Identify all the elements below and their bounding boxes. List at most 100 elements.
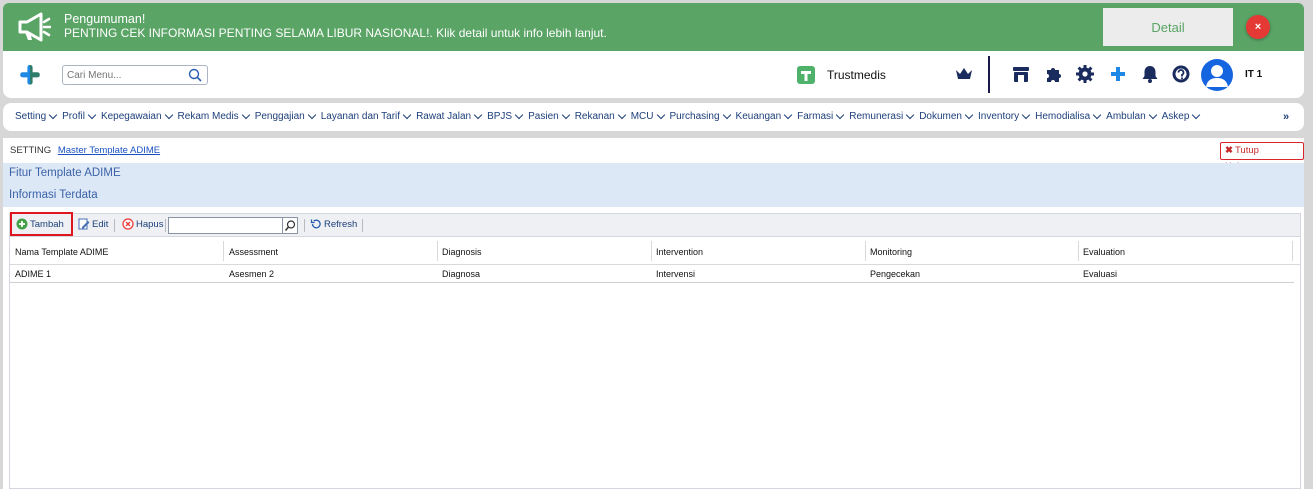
brand-name: Trustmedis bbox=[827, 68, 886, 82]
brand: Trustmedis bbox=[797, 65, 886, 85]
plus-logo-icon[interactable] bbox=[1108, 64, 1128, 84]
column-divider[interactable] bbox=[1292, 241, 1293, 261]
menu-item-rekanan[interactable]: Rekanan bbox=[574, 110, 626, 122]
search-icon[interactable] bbox=[188, 68, 202, 82]
toolbar-divider bbox=[304, 219, 305, 232]
column-divider[interactable] bbox=[1078, 241, 1079, 261]
menu-item-rawat-jalan[interactable]: Rawat Jalan bbox=[416, 110, 483, 122]
menu-item-keuangan[interactable]: Keuangan bbox=[736, 110, 793, 122]
menu-item-kepegawaian[interactable]: Kepegawaian bbox=[101, 110, 173, 122]
menu-item-label: Inventory bbox=[978, 111, 1020, 122]
menu-search-input[interactable] bbox=[67, 68, 185, 82]
menu-item-askep[interactable]: Askep bbox=[1161, 110, 1201, 122]
chevron-down-icon bbox=[964, 110, 974, 120]
column-header[interactable]: Assessment bbox=[229, 247, 278, 257]
grid-header: Nama Template ADIME Assessment Diagnosis… bbox=[10, 237, 1300, 265]
bell-icon[interactable] bbox=[1140, 64, 1160, 84]
menu-item-ambulan[interactable]: Ambulan bbox=[1106, 110, 1157, 122]
detail-button[interactable]: Detail bbox=[1103, 8, 1233, 46]
puzzle-icon[interactable] bbox=[1044, 64, 1064, 84]
username[interactable]: IT 1 bbox=[1245, 69, 1262, 80]
menu-item-remunerasi[interactable]: Remunerasi bbox=[849, 110, 915, 122]
delete-button[interactable]: Hapus bbox=[122, 218, 163, 230]
column-header[interactable]: Evaluation bbox=[1083, 247, 1125, 257]
grid-search-input[interactable] bbox=[168, 217, 298, 234]
delete-label: Hapus bbox=[136, 218, 164, 230]
menu-item-setting[interactable]: Setting bbox=[15, 110, 58, 122]
content-area: SETTING Master Template ADIME ✖Tutup Hal… bbox=[3, 138, 1304, 489]
table-row[interactable]: ADIME 1 Asesmen 2 Diagnosa Intervensi Pe… bbox=[10, 265, 1294, 283]
breadcrumb-root[interactable]: SETTING bbox=[10, 145, 51, 156]
menu-item-hemodialisa[interactable]: Hemodialisa bbox=[1035, 110, 1102, 122]
info-title: Informasi Terdata bbox=[9, 189, 98, 201]
menu-item-label: Penggajian bbox=[254, 111, 305, 122]
menu-item-inventory[interactable]: Inventory bbox=[978, 110, 1031, 122]
column-divider[interactable] bbox=[651, 241, 652, 261]
refresh-button[interactable]: Refresh bbox=[310, 218, 357, 230]
announcement-message: PENTING CEK INFORMASI PENTING SELAMA LIB… bbox=[64, 26, 607, 40]
header-divider bbox=[988, 56, 990, 93]
menu-item-rekam-medis[interactable]: Rekam Medis bbox=[177, 110, 250, 122]
more-menu-button[interactable]: » bbox=[1283, 111, 1289, 123]
menu-item-farmasi[interactable]: Farmasi bbox=[797, 110, 845, 122]
search-icon bbox=[284, 220, 296, 231]
menu-item-label: Rekam Medis bbox=[177, 111, 239, 122]
menu-item-label: Pasien bbox=[528, 111, 559, 122]
top-header: Trustmedis IT 1 bbox=[3, 51, 1304, 98]
gear-icon[interactable] bbox=[1075, 64, 1095, 84]
main-menu-bar: Setting Profil Kepegawaian Rekam Medis Pengg… bbox=[3, 103, 1304, 131]
close-page-button[interactable]: ✖Tutup Halaman bbox=[1220, 142, 1304, 172]
column-header[interactable]: Diagnosis bbox=[442, 247, 482, 257]
grid-search-button[interactable] bbox=[282, 218, 297, 233]
announcement-text: Pengumuman! PENTING CEK INFORMASI PENTIN… bbox=[64, 12, 607, 40]
edit-button[interactable]: Edit bbox=[78, 218, 108, 230]
menu-item-layanan-dan-tarif[interactable]: Layanan dan Tarif bbox=[320, 110, 412, 122]
menu-item-bpjs[interactable]: BPJS bbox=[487, 110, 524, 122]
chevron-down-icon bbox=[617, 110, 626, 120]
menu-search[interactable] bbox=[62, 65, 208, 85]
table-cell: Diagnosa bbox=[442, 269, 481, 279]
menu-item-label: Rekanan bbox=[574, 111, 615, 122]
column-divider[interactable] bbox=[865, 241, 866, 261]
menu-item-label: Profil bbox=[62, 111, 85, 122]
logo-icon[interactable] bbox=[18, 64, 42, 86]
chevron-down-icon bbox=[722, 110, 731, 120]
grid-toolbar: Tambah Edit Hapus Refresh bbox=[9, 212, 1301, 236]
add-button[interactable]: Tambah bbox=[16, 218, 64, 230]
breadcrumb-current[interactable]: Master Template ADIME bbox=[58, 145, 160, 156]
column-divider[interactable] bbox=[223, 241, 224, 261]
menu-item-dokumen[interactable]: Dokumen bbox=[919, 110, 974, 122]
menu-item-pasien[interactable]: Pasien bbox=[528, 110, 570, 122]
toolbar-divider bbox=[114, 219, 115, 232]
menu-item-label: Dokumen bbox=[919, 111, 962, 122]
menu-item-label: Layanan dan Tarif bbox=[320, 111, 401, 122]
menu-item-profil[interactable]: Profil bbox=[62, 110, 97, 122]
menu-item-label: Rawat Jalan bbox=[416, 111, 472, 122]
support-icon[interactable] bbox=[1171, 64, 1191, 84]
column-header[interactable]: Intervention bbox=[656, 247, 703, 257]
column-header[interactable]: Nama Template ADIME bbox=[15, 247, 108, 257]
chevron-down-icon bbox=[1092, 110, 1102, 120]
avatar[interactable] bbox=[1201, 59, 1233, 91]
menu-item-label: Askep bbox=[1161, 111, 1190, 122]
chevron-down-icon bbox=[1021, 110, 1031, 120]
column-divider[interactable] bbox=[437, 241, 438, 261]
shop-icon[interactable] bbox=[1011, 64, 1031, 84]
menu-item-purchasing[interactable]: Purchasing bbox=[670, 110, 731, 122]
menu-item-label: Setting bbox=[15, 111, 47, 122]
crown-icon[interactable] bbox=[955, 67, 973, 81]
chevron-down-icon bbox=[402, 110, 412, 120]
menu-item-mcu[interactable]: MCU bbox=[630, 110, 665, 122]
edit-icon bbox=[78, 218, 90, 230]
chevron-down-icon bbox=[514, 110, 524, 120]
close-announcement-button[interactable]: × bbox=[1246, 15, 1270, 39]
announcement-bar: Pengumuman! PENTING CEK INFORMASI PENTIN… bbox=[3, 3, 1304, 51]
table-cell: Evaluasi bbox=[1083, 269, 1118, 279]
user-icon bbox=[1206, 65, 1228, 87]
menu-item-label: MCU bbox=[630, 111, 654, 122]
chevron-down-icon bbox=[48, 110, 58, 120]
chevron-down-icon bbox=[905, 110, 915, 120]
edit-label: Edit bbox=[92, 218, 109, 230]
menu-item-penggajian[interactable]: Penggajian bbox=[254, 110, 316, 122]
column-header[interactable]: Monitoring bbox=[870, 247, 912, 257]
